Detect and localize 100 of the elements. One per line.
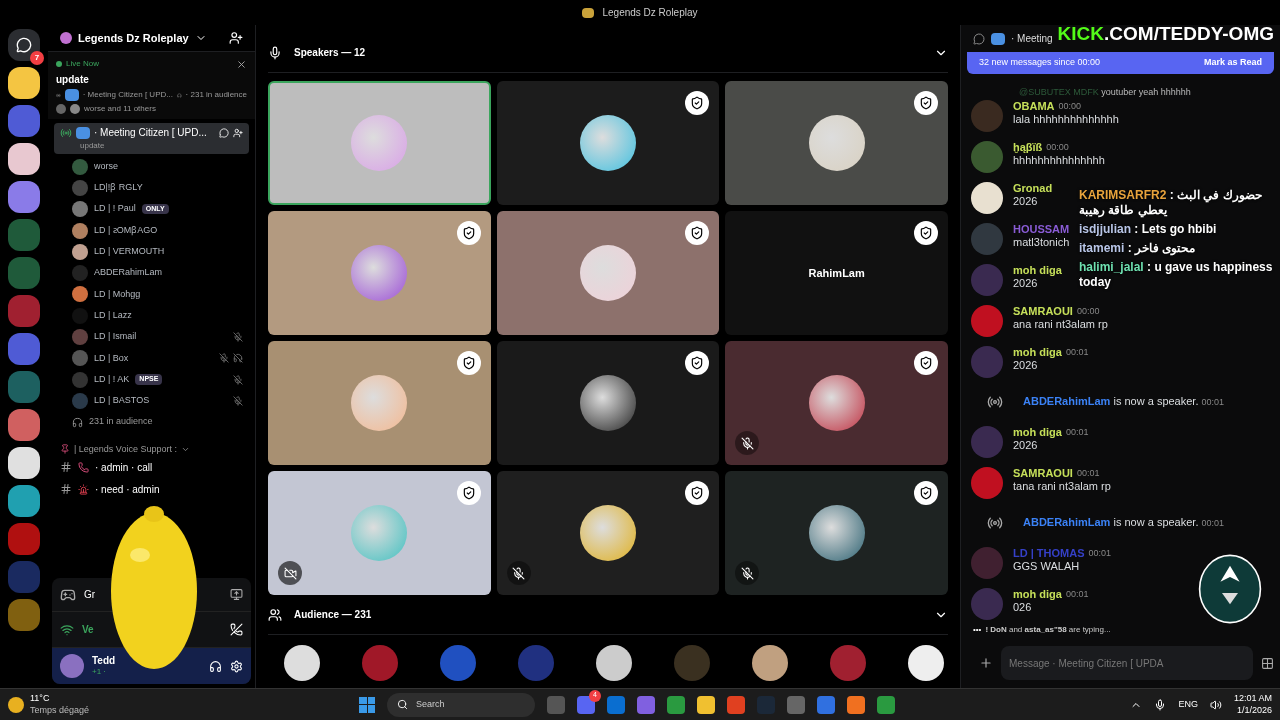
speaker-tile[interactable] <box>496 341 720 465</box>
language-indicator[interactable]: ENG <box>1178 697 1198 712</box>
speaker-tile[interactable] <box>725 341 948 465</box>
user-name: Tedd <box>92 654 116 668</box>
app-icon <box>582 7 595 18</box>
invite-icon[interactable] <box>229 31 243 45</box>
clock-time[interactable]: 12:01 AM <box>1233 693 1272 705</box>
username[interactable]: moh diga <box>1013 263 1062 278</box>
voice-member[interactable]: LD|!ꞵ RGLY <box>72 177 243 199</box>
typing-indicator: ! DoN and asta_as"58 are typing... <box>985 623 1111 636</box>
share-screen-icon[interactable] <box>230 588 243 601</box>
speaker-tile[interactable]: RahimLam <box>725 211 948 335</box>
message-text: 2026 <box>1013 359 1039 373</box>
voice-member[interactable]: LD | ꙅOMꞵAGO <box>72 219 243 242</box>
message-input[interactable]: Message · Meeting Citizen [ UPDA <box>1009 655 1245 671</box>
server-icon[interactable] <box>8 67 40 99</box>
new-messages-text: 32 new messages since 00:00 <box>979 56 1101 70</box>
audience-avatar[interactable] <box>284 645 320 681</box>
reply-preview[interactable]: @SUBUTEX MDFK youtuber yeah hhhhhh <box>1019 86 1270 100</box>
username[interactable]: Gronad <box>1013 181 1053 196</box>
close-icon[interactable] <box>236 58 247 70</box>
avatar <box>971 181 1003 214</box>
timestamp: 00:01 <box>1065 588 1089 600</box>
server-icon[interactable] <box>8 447 40 479</box>
speaker-tile[interactable] <box>268 471 491 595</box>
voice-member[interactable]: LD | Lazz <box>72 305 243 327</box>
avatar <box>72 350 88 367</box>
invite-icon[interactable] <box>233 127 243 138</box>
start-icon[interactable] <box>359 696 376 713</box>
voice-member[interactable]: LD | Mohgg <box>72 283 243 306</box>
avatar <box>971 546 1003 579</box>
speaker-tile[interactable] <box>496 81 720 205</box>
username[interactable]: SAMRAOUI <box>1013 304 1073 319</box>
taskbar-app-icon[interactable] <box>667 695 686 714</box>
weather-text: Temps dégagé <box>30 704 90 716</box>
stage-channel[interactable]: · Meeting Citizen [ UPD... update <box>54 123 249 154</box>
avatar <box>971 587 1003 620</box>
banner-url: .COM/TEDDY-OMG <box>1104 22 1274 46</box>
username[interactable]: HOUSSAM <box>1013 222 1070 237</box>
chat-icon <box>973 32 985 45</box>
server-icon[interactable] <box>8 143 40 175</box>
mic-icon <box>268 45 282 60</box>
speaker-tile[interactable] <box>725 471 948 595</box>
category-name[interactable]: | Legends Voice Support : <box>74 442 177 457</box>
apps-icon[interactable] <box>1261 656 1274 670</box>
server-name[interactable]: Legends Dz Roleplay <box>78 29 189 47</box>
volume-icon[interactable] <box>1209 698 1222 711</box>
avatar <box>72 222 88 239</box>
username[interactable]: OBAMA <box>1013 99 1055 114</box>
game-name: Gr <box>84 588 96 602</box>
speaker-tile[interactable] <box>268 81 491 205</box>
server-icon[interactable] <box>8 485 40 517</box>
mark-read-link[interactable]: Mark as Read <box>1203 56 1262 70</box>
username[interactable]: moh diga <box>1013 587 1062 602</box>
member-name: LD | Mohgg <box>94 287 141 301</box>
disconnect-icon[interactable] <box>230 623 243 636</box>
username[interactable]: SAMRAOUI <box>1013 466 1073 481</box>
live-channel: · Meeting Citizen [ UPD... <box>82 89 173 101</box>
taskbar-app-icon[interactable] <box>697 695 716 714</box>
chat-icon[interactable] <box>219 127 229 138</box>
taskbar-app-icon[interactable] <box>577 695 596 714</box>
speaker-tile[interactable] <box>268 211 491 335</box>
live-card[interactable]: Live Now update · Meeting Citizen [ UPD... · 231 in audience worse and 11 others <box>48 52 255 119</box>
audience-avatar[interactable] <box>596 645 632 681</box>
voice-member[interactable]: LD | Ismail <box>72 326 243 348</box>
taskbar-app-icon[interactable] <box>877 695 896 714</box>
voice-member[interactable]: LD | BASTOS <box>72 390 243 412</box>
voice-member[interactable]: LD | Box <box>72 347 243 369</box>
avatar <box>72 243 88 260</box>
headphones-icon[interactable] <box>209 659 222 673</box>
timestamp: 00:00 <box>1076 305 1100 317</box>
voice-member[interactable]: ABDERahimLam <box>72 262 243 284</box>
search-field[interactable]: Search <box>387 692 536 717</box>
speaker-tile[interactable] <box>268 341 491 465</box>
audience-avatar[interactable] <box>752 645 788 681</box>
username[interactable]: ḫąβïß <box>1013 140 1043 155</box>
voice-member[interactable]: worse <box>72 156 243 178</box>
new-messages-bar[interactable]: 32 new messages since 00:00 Mark as Read <box>967 52 1274 74</box>
taskbar-app-icon[interactable] <box>847 695 866 714</box>
live-status: Live Now <box>66 58 99 70</box>
overlay-chat-line: halimi_jalal : u gave us happiness today <box>1079 260 1274 290</box>
member-name: LD | Lazz <box>94 308 132 322</box>
speaker-tile[interactable] <box>496 211 720 335</box>
mic-icon[interactable] <box>1154 698 1167 711</box>
avatar <box>72 265 88 282</box>
speaker-tile[interactable] <box>725 81 948 205</box>
speaker-tile[interactable] <box>496 471 720 595</box>
server-icon[interactable] <box>8 181 40 213</box>
username[interactable]: moh diga <box>1013 425 1062 440</box>
live-title: update <box>56 73 90 87</box>
clock-date[interactable]: 1/1/2026 <box>1236 704 1272 716</box>
text-channel[interactable]: · admin · call <box>48 456 255 479</box>
message-field[interactable]: Message · Meeting Citizen [ UPDA <box>1001 646 1253 680</box>
audience-avatar[interactable] <box>908 645 944 681</box>
member-name: LD | ꙅOMꞵAGO <box>94 223 158 237</box>
attach-icon[interactable] <box>979 656 993 670</box>
voice-member[interactable]: LD | VERMOUTH <box>72 241 243 263</box>
settings-icon[interactable] <box>230 659 243 673</box>
username[interactable]: moh diga <box>1013 345 1062 360</box>
text-channel[interactable]: · need · admin <box>48 478 255 501</box>
